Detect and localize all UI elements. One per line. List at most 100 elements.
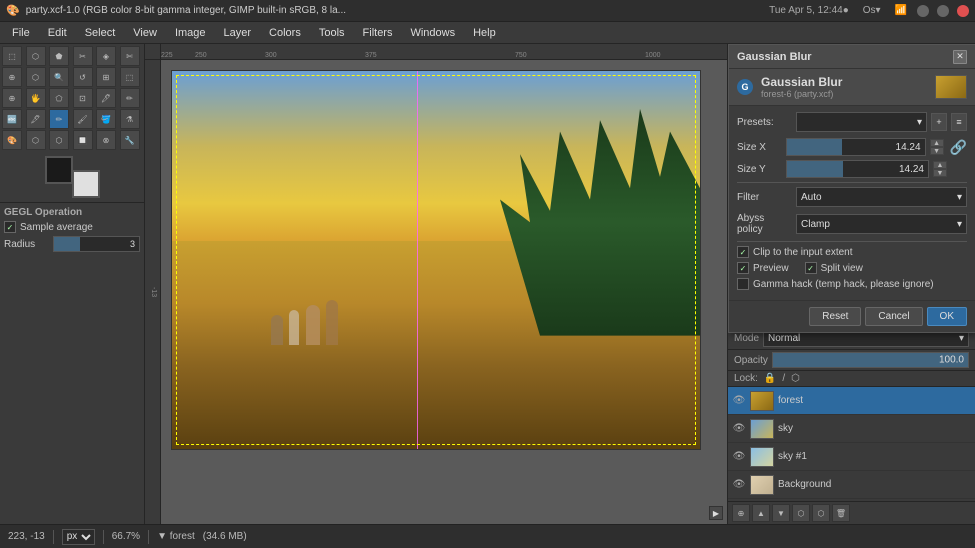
opacity-value: 100.0 bbox=[939, 355, 964, 366]
tool-scissors[interactable]: ✄ bbox=[120, 46, 140, 66]
tool-clone[interactable]: ⚗ bbox=[120, 109, 140, 129]
lock-position-icon[interactable]: / bbox=[782, 373, 785, 384]
radius-slider[interactable]: 3 bbox=[53, 236, 140, 252]
tool-move[interactable]: ⊕ bbox=[2, 67, 22, 87]
abyss-dropdown[interactable]: Clamp ▾ bbox=[796, 214, 967, 234]
layer-item-sky1[interactable]: 👁 sky #1 bbox=[728, 443, 975, 471]
layer-raise[interactable]: ▲ bbox=[752, 504, 770, 522]
tool-cage-transform[interactable]: ⬠ bbox=[49, 88, 69, 108]
tool-pencil[interactable]: ✏ bbox=[49, 109, 69, 129]
unit-selector[interactable]: px bbox=[62, 529, 95, 545]
background-color-swatch[interactable] bbox=[72, 170, 100, 198]
tool-text[interactable]: 🔤 bbox=[2, 109, 22, 129]
tool-paintbrush[interactable]: 🖋 bbox=[26, 109, 46, 129]
tool-select-by-color[interactable]: ◈ bbox=[96, 46, 116, 66]
presets-menu[interactable]: ≡ bbox=[951, 113, 967, 131]
menu-help[interactable]: Help bbox=[465, 25, 504, 41]
tool-scale[interactable]: ⊞ bbox=[96, 67, 116, 87]
split-view-checkbox[interactable]: ✓ bbox=[805, 262, 817, 274]
size-x-slider[interactable]: 14.24 bbox=[786, 138, 926, 156]
tool-perspective[interactable]: ⊕ bbox=[2, 88, 22, 108]
menu-image[interactable]: Image bbox=[167, 25, 214, 41]
lock-pixels-icon[interactable]: 🔒 bbox=[764, 373, 776, 384]
tool-ink[interactable]: 🪣 bbox=[96, 109, 116, 129]
presets-row: Presets: ▾ + ≡ bbox=[737, 112, 967, 132]
maximize-button[interactable] bbox=[937, 5, 949, 17]
tool-align[interactable]: ⬡ bbox=[26, 67, 46, 87]
tool-unified-transform[interactable]: 🖊 bbox=[96, 88, 116, 108]
menu-tools[interactable]: Tools bbox=[311, 25, 353, 41]
layer-visibility-sky[interactable]: 👁 bbox=[732, 422, 746, 436]
tool-handle-transform[interactable]: ✏ bbox=[120, 88, 140, 108]
layer-item-forest[interactable]: 👁 forest bbox=[728, 387, 975, 415]
layer-visibility-forest[interactable]: 👁 bbox=[732, 394, 746, 408]
minimize-button[interactable] bbox=[917, 5, 929, 17]
menu-file[interactable]: File bbox=[4, 25, 38, 41]
menu-filters[interactable]: Filters bbox=[355, 25, 401, 41]
opacity-row: Opacity 100.0 bbox=[728, 350, 975, 371]
dialog-titlebar: Gaussian Blur ✕ bbox=[729, 45, 975, 69]
tool-smudge[interactable]: 🎨 bbox=[2, 130, 22, 150]
tool-free-select[interactable]: ⬟ bbox=[49, 46, 69, 66]
ok-button[interactable]: OK bbox=[927, 307, 967, 326]
tool-desaturate[interactable]: ⊗ bbox=[96, 130, 116, 150]
sample-average-checkbox[interactable]: ✓ bbox=[4, 221, 16, 233]
layer-duplicate[interactable]: ⬡ bbox=[792, 504, 810, 522]
menu-select[interactable]: Select bbox=[77, 25, 124, 41]
layer-thumb-background bbox=[750, 475, 774, 495]
menu-windows[interactable]: Windows bbox=[402, 25, 463, 41]
preview-label: Preview bbox=[753, 263, 789, 274]
menu-layer[interactable]: Layer bbox=[216, 25, 260, 41]
tool-fuzzy-select[interactable]: ✂ bbox=[73, 46, 93, 66]
layer-delete[interactable]: 🗑 bbox=[832, 504, 850, 522]
filter-dropdown[interactable]: Auto ▾ bbox=[796, 187, 967, 207]
tool-airbrush[interactable]: 🖌 bbox=[73, 109, 93, 129]
lock-row: Lock: 🔒 / ⬡ bbox=[728, 371, 975, 387]
size-x-up[interactable]: ▲ bbox=[930, 139, 944, 147]
sample-average-row: ✓ Sample average bbox=[4, 221, 140, 233]
tool-ellipse-select[interactable]: ⬡ bbox=[26, 46, 46, 66]
layer-visibility-sky1[interactable]: 👁 bbox=[732, 450, 746, 464]
size-y-slider[interactable]: 14.24 bbox=[786, 160, 929, 178]
tool-flip[interactable]: 🖐 bbox=[26, 88, 46, 108]
reset-button[interactable]: Reset bbox=[809, 307, 861, 326]
size-y-down[interactable]: ▼ bbox=[933, 169, 947, 177]
tool-crop[interactable]: 🔍 bbox=[49, 67, 69, 87]
layer-item-sky[interactable]: 👁 sky bbox=[728, 415, 975, 443]
link-xy-icon[interactable]: 🔗 bbox=[950, 139, 967, 156]
presets-add[interactable]: + bbox=[931, 113, 947, 131]
tool-options-title: GEGL Operation bbox=[4, 207, 140, 218]
canvas-viewport[interactable]: ▶ bbox=[161, 60, 727, 524]
size-x-down[interactable]: ▼ bbox=[930, 147, 944, 155]
tool-rotate[interactable]: ↺ bbox=[73, 67, 93, 87]
presets-dropdown[interactable]: ▾ bbox=[796, 112, 927, 132]
gamma-checkbox[interactable]: ✓ bbox=[737, 278, 749, 290]
tool-shear[interactable]: ⬚ bbox=[120, 67, 140, 87]
tool-erase[interactable]: ⬡ bbox=[49, 130, 69, 150]
layer-item-background[interactable]: 👁 Background bbox=[728, 471, 975, 499]
canvas-image[interactable] bbox=[171, 70, 701, 450]
tool-color-picker[interactable]: 🔧 bbox=[120, 130, 140, 150]
tool-warp-transform[interactable]: ⊡ bbox=[73, 88, 93, 108]
layer-new[interactable]: ⊕ bbox=[732, 504, 750, 522]
size-x-fill bbox=[787, 139, 842, 155]
scroll-right[interactable]: ▶ bbox=[709, 506, 723, 520]
close-button[interactable] bbox=[957, 5, 969, 17]
foreground-color-swatch[interactable] bbox=[45, 156, 73, 184]
menu-colors[interactable]: Colors bbox=[261, 25, 309, 41]
layer-lower[interactable]: ▼ bbox=[772, 504, 790, 522]
tool-rect-select[interactable]: ⬚ bbox=[2, 46, 22, 66]
layer-visibility-background[interactable]: 👁 bbox=[732, 478, 746, 492]
tool-heal[interactable]: ⬡ bbox=[26, 130, 46, 150]
menu-edit[interactable]: Edit bbox=[40, 25, 75, 41]
tool-dodge-burn[interactable]: 🔲 bbox=[73, 130, 93, 150]
cancel-button[interactable]: Cancel bbox=[865, 307, 922, 326]
size-y-up[interactable]: ▲ bbox=[933, 161, 947, 169]
preview-checkbox[interactable]: ✓ bbox=[737, 262, 749, 274]
lock-alpha-icon[interactable]: ⬡ bbox=[791, 373, 800, 384]
opacity-slider[interactable]: 100.0 bbox=[772, 352, 969, 368]
menu-view[interactable]: View bbox=[125, 25, 165, 41]
layer-anchor[interactable]: ⬡ bbox=[812, 504, 830, 522]
dialog-close-button[interactable]: ✕ bbox=[953, 50, 967, 64]
clip-checkbox[interactable]: ✓ bbox=[737, 246, 749, 258]
